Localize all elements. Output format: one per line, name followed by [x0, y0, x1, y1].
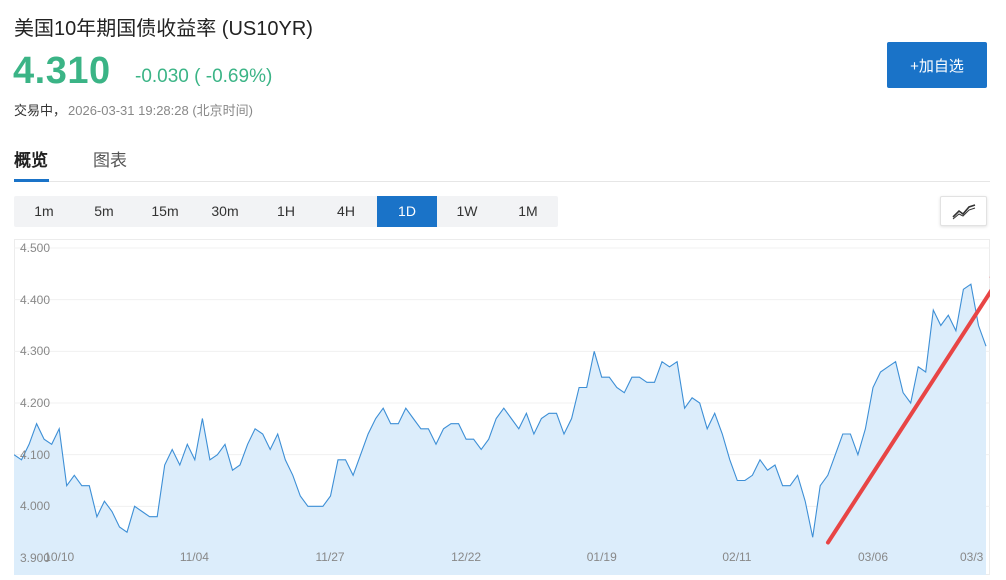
price-change: -0.030 ( -0.69%): [135, 66, 273, 87]
chart-type-button[interactable]: [940, 196, 987, 226]
interval-selector: 1m 5m 15m 30m 1H 4H 1D 1W 1M: [14, 196, 558, 227]
current-price: 4.310: [13, 50, 111, 92]
add-to-watchlist-button[interactable]: +加自选: [887, 42, 987, 88]
price-chart-canvas: [14, 239, 990, 575]
line-chart-icon: [952, 204, 976, 220]
x-tick-label: 11/04: [179, 550, 209, 564]
x-tick-label: 11/27: [315, 550, 345, 564]
interval-1w[interactable]: 1W: [437, 196, 497, 227]
x-tick-label: 03/06: [857, 550, 888, 564]
x-tick-label: 12/22: [451, 550, 482, 564]
interval-30m[interactable]: 30m: [195, 196, 255, 227]
y-tick-label: 4.500: [20, 241, 51, 255]
y-tick-label: 4.100: [20, 447, 51, 462]
tab-chart[interactable]: 图表: [93, 146, 129, 182]
instrument-title: 美国10年期国债收益率 (US10YR): [14, 18, 313, 40]
x-tick-label: 02/11: [722, 550, 752, 564]
interval-15m[interactable]: 15m: [135, 196, 195, 227]
y-tick-label: 4.200: [20, 396, 51, 410]
status-text: 交易中，: [14, 103, 67, 118]
area-fill: [14, 284, 986, 575]
interval-1h[interactable]: 1H: [256, 196, 316, 227]
x-tick-label: 03/3: [960, 550, 984, 564]
trading-status: 交易中， 2026-03-31 19:28:28 (北京时间): [14, 100, 253, 119]
timestamp: 2026-03-31 19:28:28 (北京时间): [68, 103, 253, 118]
y-tick-label: 4.400: [20, 292, 51, 307]
x-tick-label: 01/19: [586, 550, 617, 564]
x-tick-label: 10/10: [44, 550, 75, 564]
interval-5m[interactable]: 5m: [74, 196, 134, 227]
interval-1d[interactable]: 1D: [377, 196, 437, 227]
y-tick-label: 4.000: [20, 499, 51, 514]
tab-overview[interactable]: 概览: [14, 146, 49, 182]
interval-4h[interactable]: 4H: [316, 196, 376, 227]
y-tick-label: 4.300: [20, 344, 51, 359]
price-chart[interactable]: 4.500 4.400 4.300 4.200 4.100 4.000 3.900 10/10…: [14, 239, 990, 575]
interval-1mo[interactable]: 1M: [498, 196, 558, 227]
interval-1m[interactable]: 1m: [14, 196, 74, 227]
tab-bar: 概览 图表: [14, 146, 990, 182]
